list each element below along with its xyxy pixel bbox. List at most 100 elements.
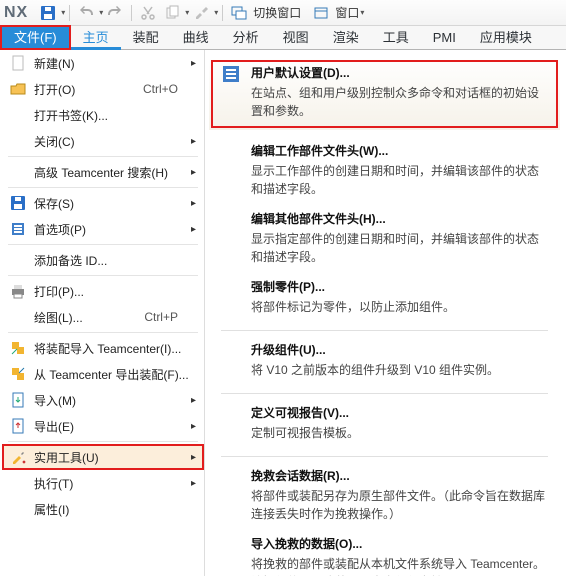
import-icon <box>8 390 28 410</box>
blank-icon <box>8 250 28 270</box>
detail-divider <box>221 393 548 394</box>
menu-label: 绘图(L)... <box>34 309 144 326</box>
tab-home[interactable]: 主页 <box>71 26 121 50</box>
menu-preferences[interactable]: 首选项(P) ▸ <box>2 216 204 242</box>
undo-icon[interactable] <box>77 4 95 22</box>
toolbar-separator <box>69 5 70 21</box>
export-icon <box>8 416 28 436</box>
blank-icon <box>8 473 28 493</box>
brush-icon[interactable] <box>192 4 210 22</box>
detail-edit-work-header[interactable]: 编辑工作部件文件头(W)... 显示工作部件的创建日期和时间，并编辑该部件的状态… <box>205 138 564 206</box>
menu-close[interactable]: 关闭(C) ▸ <box>2 128 204 154</box>
detail-desc: 显示工作部件的创建日期和时间，并编辑该部件的状态和描述字段。 <box>251 162 548 198</box>
menu-divider <box>8 441 198 442</box>
toolbar-separator <box>131 5 132 21</box>
tab-view[interactable]: 视图 <box>271 26 321 50</box>
submenu-arrow-icon: ▸ <box>191 224 196 235</box>
tab-pmi[interactable]: PMI <box>421 26 468 50</box>
import-assy-icon <box>8 338 28 358</box>
menu-label: 打开书签(K)... <box>34 107 204 124</box>
detail-desc: 定制可视报告模板。 <box>251 424 548 442</box>
detail-force-part[interactable]: 强制零件(P)... 将部件标记为零件，以防止添加组件。 <box>205 274 564 324</box>
submenu-arrow-icon: ▸ <box>191 167 196 178</box>
detail-desc: 将挽救的部件或装配从本机文件系统导入 Teamcenter。该操作使用克隆装配日… <box>251 555 548 576</box>
menu-tc-search[interactable]: 高级 Teamcenter 搜索(H) ▸ <box>2 159 204 185</box>
menu-utilities[interactable]: 实用工具(U) ▸ <box>2 444 204 470</box>
menu-label: 新建(N) <box>34 55 204 72</box>
undo-dropdown-icon[interactable]: ▾ <box>99 8 103 17</box>
detail-divider <box>221 330 548 331</box>
menu-label: 导入(M) <box>34 392 204 409</box>
switch-window-icon <box>230 4 248 22</box>
detail-rescue-session[interactable]: 挽救会话数据(R)... 将部件或装配另存为原生部件文件。（此命令旨在数据库连接… <box>205 463 564 531</box>
file-menu-right: 用户默认设置(D)... 在站点、组和用户级别控制众多命令和对话框的初始设置和参… <box>205 50 564 576</box>
export-assy-icon <box>8 364 28 384</box>
menu-print[interactable]: 打印(P)... <box>2 278 204 304</box>
tab-tools[interactable]: 工具 <box>371 26 421 50</box>
menu-label: 保存(S) <box>34 195 204 212</box>
new-icon <box>8 53 28 73</box>
menu-label: 从 Teamcenter 导出装配(F)... <box>34 366 204 383</box>
blank-icon <box>8 499 28 519</box>
open-icon <box>8 79 28 99</box>
blank-icon <box>8 307 28 327</box>
menu-open-bookmark[interactable]: 打开书签(K)... <box>2 102 204 128</box>
detail-desc: 在站点、组和用户级别控制众多命令和对话框的初始设置和参数。 <box>251 84 548 120</box>
menu-label: 首选项(P) <box>34 221 204 238</box>
detail-title: 编辑工作部件文件头(W)... <box>251 142 548 159</box>
tab-render[interactable]: 渲染 <box>321 26 371 50</box>
tab-assembly[interactable]: 装配 <box>121 26 171 50</box>
menu-shortcut: Ctrl+O <box>143 82 178 96</box>
menu-plot[interactable]: 绘图(L)... Ctrl+P <box>2 304 204 330</box>
paste-dropdown-icon[interactable]: ▾ <box>185 8 189 17</box>
detail-title: 定义可视报告(V)... <box>251 404 548 421</box>
submenu-arrow-icon: ▸ <box>191 136 196 147</box>
save-icon[interactable] <box>39 4 57 22</box>
menu-execute[interactable]: 执行(T) ▸ <box>2 470 204 496</box>
detail-title: 编辑其他部件文件头(H)... <box>251 210 548 227</box>
tab-curve[interactable]: 曲线 <box>171 26 221 50</box>
detail-import-rescue[interactable]: 导入挽救的数据(O)... 将挽救的部件或装配从本机文件系统导入 Teamcen… <box>205 531 564 576</box>
redo-icon[interactable] <box>106 4 124 22</box>
detail-desc: 显示指定部件的创建日期和时间，并编辑该部件的状态和描述字段。 <box>251 230 548 266</box>
menu-import[interactable]: 导入(M) ▸ <box>2 387 204 413</box>
tab-app-module[interactable]: 应用模块 <box>468 26 544 50</box>
window-button[interactable]: 窗口 ▾ <box>309 4 364 22</box>
tab-file[interactable]: 文件(F) <box>0 25 71 50</box>
detail-user-defaults[interactable]: 用户默认设置(D)... 在站点、组和用户级别控制众多命令和对话框的初始设置和参… <box>209 58 560 130</box>
window-icon <box>312 4 330 22</box>
blank-icon <box>8 131 28 151</box>
menu-new[interactable]: 新建(N) ▸ <box>2 50 204 76</box>
menu-label: 执行(T) <box>34 475 204 492</box>
blank-icon <box>8 105 28 125</box>
switch-window-button[interactable]: 切换窗口 <box>227 4 301 22</box>
menu-save[interactable]: 保存(S) ▸ <box>2 190 204 216</box>
detail-edit-other-header[interactable]: 编辑其他部件文件头(H)... 显示指定部件的创建日期和时间，并编辑该部件的状态… <box>205 206 564 274</box>
cut-icon[interactable] <box>139 4 157 22</box>
menu-label: 导出(E) <box>34 418 204 435</box>
menu-export-assy-tc[interactable]: 从 Teamcenter 导出装配(F)... <box>2 361 204 387</box>
menu-add-alt-id[interactable]: 添加备选 ID... <box>2 247 204 273</box>
menu-export[interactable]: 导出(E) ▸ <box>2 413 204 439</box>
utilities-icon <box>8 447 28 467</box>
save-dropdown-icon[interactable]: ▾ <box>61 8 65 17</box>
detail-desc: 将部件或装配另存为原生部件文件。（此命令旨在数据库连接丢失时作为挽救操作。） <box>251 487 548 523</box>
menu-label: 打开(O) <box>34 81 143 98</box>
menu-shortcut: Ctrl+P <box>144 310 178 324</box>
submenu-arrow-icon: ▸ <box>191 58 196 69</box>
detail-custom-report[interactable]: 定义可视报告(V)... 定制可视报告模板。 <box>205 400 564 450</box>
copy-icon[interactable] <box>163 4 181 22</box>
menu-label: 添加备选 ID... <box>34 252 204 269</box>
submenu-arrow-icon: ▸ <box>191 478 196 489</box>
preferences-icon <box>8 219 28 239</box>
menu-import-assy-tc[interactable]: 将装配导入 Teamcenter(I)... <box>2 335 204 361</box>
menu-open[interactable]: 打开(O) Ctrl+O <box>2 76 204 102</box>
detail-title: 导入挽救的数据(O)... <box>251 535 548 552</box>
detail-upgrade-comp[interactable]: 升级组件(U)... 将 V10 之前版本的组件升级到 V10 组件实例。 <box>205 337 564 387</box>
menu-properties[interactable]: 属性(I) <box>2 496 204 522</box>
brush-dropdown-icon[interactable]: ▾ <box>214 8 218 17</box>
detail-desc: 将 V10 之前版本的组件升级到 V10 组件实例。 <box>251 361 548 379</box>
submenu-arrow-icon: ▸ <box>191 198 196 209</box>
menu-divider <box>8 156 198 157</box>
tab-analysis[interactable]: 分析 <box>221 26 271 50</box>
